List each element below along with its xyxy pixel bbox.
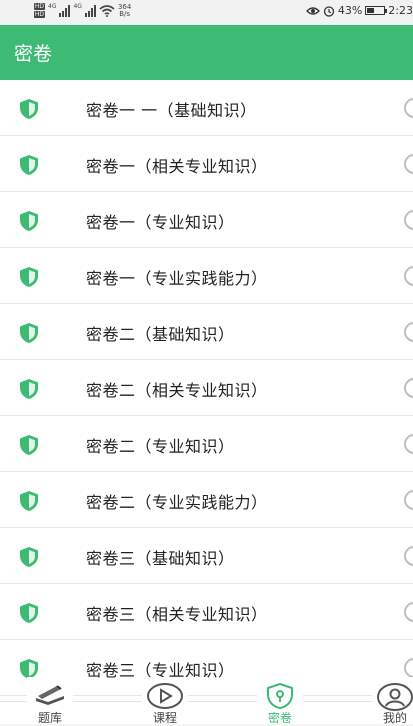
tab-label: 密卷	[267, 711, 292, 725]
exam-title: 密卷一（专业实践能力）	[86, 269, 268, 288]
exam-list-item[interactable]: 密卷一（相关专业知识）	[0, 136, 413, 192]
select-radio[interactable]	[404, 322, 413, 342]
exam-list-item[interactable]: 密卷二（相关专业知识）	[0, 360, 413, 416]
lock-shield-icon	[267, 683, 293, 709]
page-title: 密卷	[14, 43, 53, 65]
exam-title: 密卷二（基础知识）	[86, 325, 235, 344]
exam-list-item[interactable]: 密卷一（专业实践能力）	[0, 248, 413, 304]
app-header: 密卷	[0, 25, 413, 80]
exam-list-item[interactable]: 密卷一（专业知识）	[0, 192, 413, 248]
sim2-badge: HD	[34, 11, 45, 18]
exam-title: 密卷二（专业知识）	[86, 437, 235, 456]
tab-profile[interactable]: 我的	[355, 677, 413, 725]
battery-icon	[365, 6, 388, 15]
sim1-badge: HD	[34, 3, 45, 10]
select-radio[interactable]	[404, 602, 413, 622]
tab-label: 题库	[37, 711, 62, 725]
exam-title: 密卷三（相关专业知识）	[86, 605, 268, 624]
select-radio[interactable]	[404, 490, 413, 510]
exam-title: 密卷一（相关专业知识）	[86, 157, 268, 176]
shield-icon	[20, 323, 38, 343]
status-bar: HD HD 4G 4G 364 B/s 43% 2:23	[0, 0, 413, 25]
battery-percent: 43%	[337, 4, 363, 17]
eye-icon	[305, 6, 320, 15]
exam-list: 密卷一 一（基础知识） 密卷一（相关专业知识） 密卷一（专业知识） 密卷一（专业…	[0, 80, 413, 701]
exam-title: 密卷一（专业知识）	[86, 213, 235, 232]
question-bank-icon	[36, 685, 64, 705]
exam-list-item[interactable]: 密卷二（专业知识）	[0, 416, 413, 472]
select-radio[interactable]	[404, 210, 413, 230]
select-radio[interactable]	[404, 98, 413, 118]
exam-list-item[interactable]: 密卷二（专业实践能力）	[0, 472, 413, 528]
speed-unit: B/s	[119, 9, 131, 18]
shield-icon	[20, 547, 38, 567]
tab-label: 课程	[152, 711, 177, 725]
tab-courses[interactable]: 课程	[125, 677, 205, 725]
shield-icon	[20, 379, 38, 399]
exam-title: 密卷一 一（基础知识）	[86, 101, 257, 120]
network-type-1: 4G	[48, 3, 57, 10]
sim-icons: HD HD	[34, 3, 45, 18]
select-radio[interactable]	[404, 546, 413, 566]
tab-label: 我的	[382, 711, 407, 725]
shield-icon	[20, 491, 38, 511]
signal-icon	[59, 4, 71, 17]
shield-icon	[20, 99, 38, 119]
status-right: 43% 2:23	[305, 4, 413, 17]
network-type-2: 4G	[73, 3, 82, 10]
tab-secret-papers[interactable]: 密卷	[240, 677, 320, 725]
shield-icon	[20, 435, 38, 455]
play-icon	[147, 683, 183, 709]
shield-icon	[20, 267, 38, 287]
bottom-tab-bar: 题库 课程 密卷 我的	[0, 677, 413, 725]
clock: 2:23	[388, 4, 413, 17]
shield-icon	[20, 211, 38, 231]
shield-icon	[20, 155, 38, 175]
exam-title: 密卷三（基础知识）	[86, 549, 235, 568]
select-radio[interactable]	[404, 266, 413, 286]
shield-icon	[20, 603, 38, 623]
select-radio[interactable]	[404, 658, 413, 678]
exam-list-item[interactable]: 密卷三（相关专业知识）	[0, 584, 413, 640]
exam-list-item[interactable]: 密卷三（基础知识）	[0, 528, 413, 584]
alarm-icon	[323, 5, 334, 17]
user-icon	[377, 683, 413, 711]
exam-list-item[interactable]: 密卷二（基础知识）	[0, 304, 413, 360]
signal-icon-2	[84, 4, 96, 17]
select-radio[interactable]	[404, 154, 413, 174]
status-left: HD HD 4G 4G 364 B/s	[34, 3, 131, 18]
exam-title: 密卷二（专业实践能力）	[86, 493, 268, 512]
battery-fill	[367, 8, 375, 13]
tab-question-bank[interactable]: 题库	[10, 677, 90, 725]
select-radio[interactable]	[404, 378, 413, 398]
exam-title: 密卷二（相关专业知识）	[86, 381, 268, 400]
exam-list-item[interactable]: 密卷一 一（基础知识）	[0, 80, 413, 136]
select-radio[interactable]	[404, 434, 413, 454]
wifi-icon	[99, 4, 115, 17]
network-speed: 364 B/s	[118, 3, 131, 18]
